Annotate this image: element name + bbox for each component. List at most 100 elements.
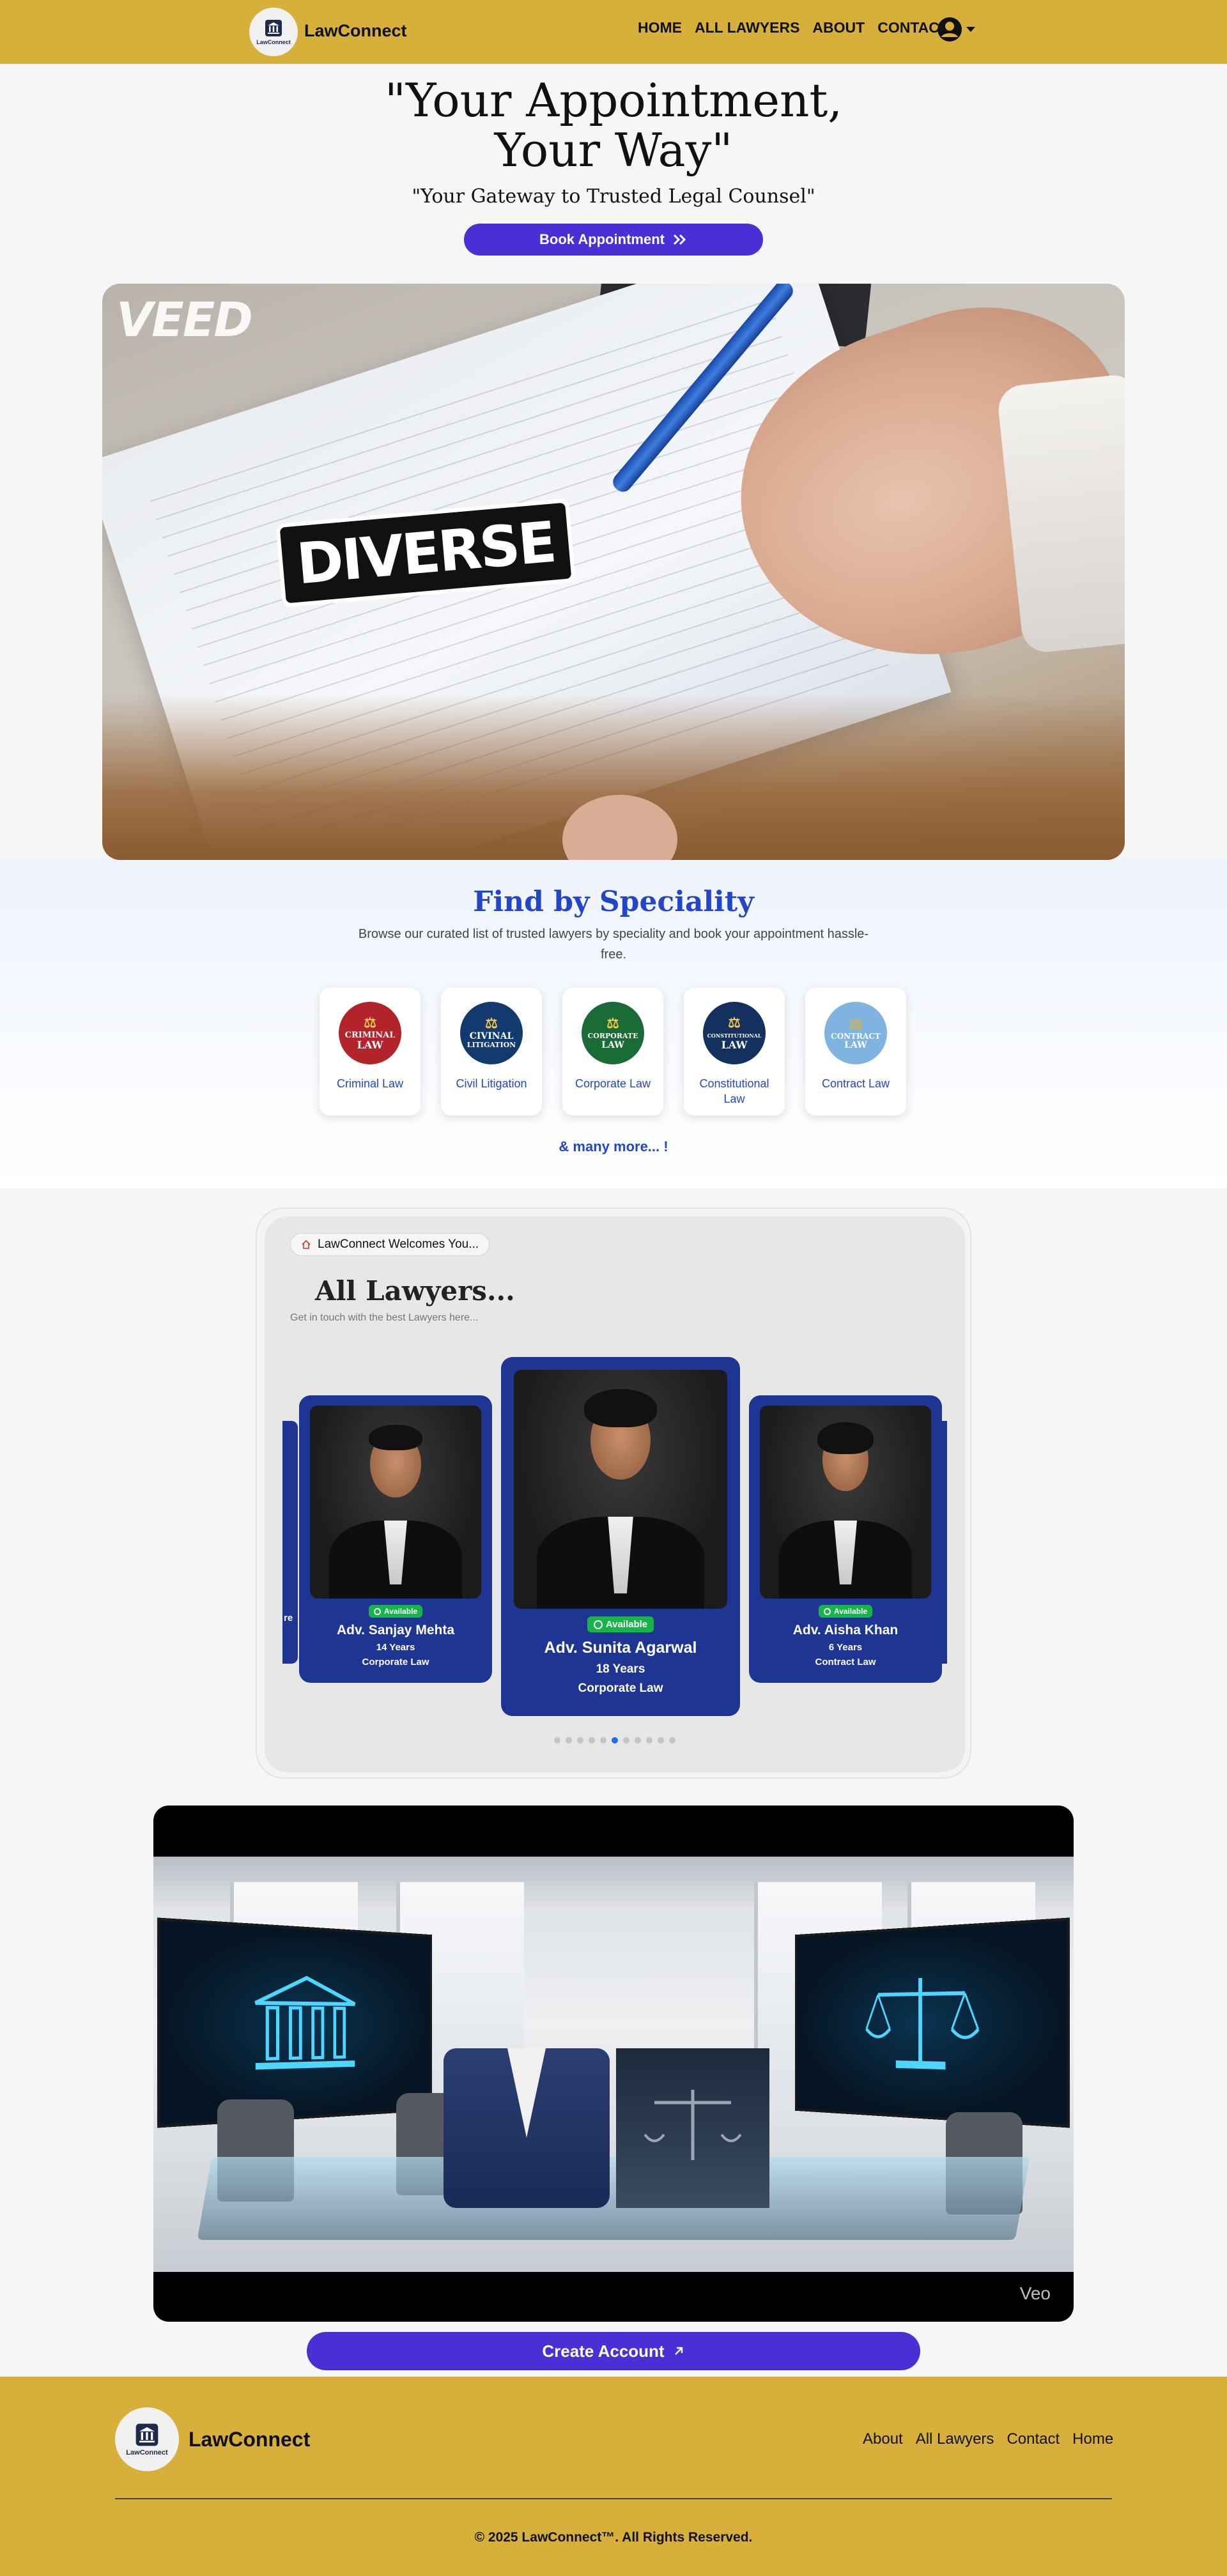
copyright: © 2025 LawConnect™. All Rights Reserved. xyxy=(0,2530,1227,2545)
carousel-dot[interactable] xyxy=(554,1737,560,1744)
contract-law-badge: ▤ CONTRACT LAW xyxy=(824,1002,887,1064)
scales-icon: ⚖ xyxy=(606,1016,619,1031)
lawyer-photo xyxy=(514,1370,727,1609)
footer-link-all-lawyers[interactable]: All Lawyers xyxy=(916,2430,994,2448)
speciality-name: Contract Law xyxy=(814,1076,897,1091)
status-text: Available xyxy=(384,1607,417,1616)
user-menu[interactable] xyxy=(937,17,975,42)
lawyer-card[interactable]: Available Adv. Sanjay Mehta 14 Years Cor… xyxy=(299,1395,492,1683)
clock-icon xyxy=(374,1608,381,1615)
nav-links: HOME ALL LAWYERS ABOUT CONTACT xyxy=(638,19,948,36)
veo-watermark: Veo xyxy=(1020,2283,1051,2304)
logo-text: LawConnect xyxy=(256,39,291,45)
lawyer-experience: 6 Years xyxy=(829,1642,862,1653)
courthouse-icon xyxy=(242,1966,366,2079)
hero-subtitle: "Your Gateway to Trusted Legal Counsel" xyxy=(0,185,1227,208)
status-text: Available xyxy=(834,1607,867,1616)
badge-line2: LAW xyxy=(722,1040,748,1050)
carousel-dot[interactable] xyxy=(600,1737,606,1744)
constitutional-law-badge: ⚖ CONSTITUTIONAL LAW xyxy=(703,1002,766,1064)
carousel-dot[interactable] xyxy=(658,1737,664,1744)
lawyer-card[interactable]: Available Adv. Aisha Khan 6 Years Contra… xyxy=(749,1395,942,1683)
lawyer-woman-image xyxy=(444,2048,610,2208)
lawyers-section: LawConnect Welcomes You... All Lawyers..… xyxy=(256,1208,971,1779)
create-account-label: Create Account xyxy=(542,2342,664,2361)
footer-link-home[interactable]: Home xyxy=(1072,2430,1113,2448)
badge-line2: LAW xyxy=(357,1040,383,1050)
scales-icon: ⚖ xyxy=(364,1016,376,1030)
lawyer-speciality: Corporate Law xyxy=(578,1682,663,1696)
scales-icon xyxy=(861,1963,985,2083)
create-account-button[interactable]: Create Account xyxy=(307,2332,920,2370)
carousel-dot[interactable] xyxy=(612,1737,618,1744)
arrow-up-right-icon xyxy=(672,2345,685,2358)
lawyer-experience: 14 Years xyxy=(376,1642,415,1653)
corporate-law-badge: ⚖ CORPORATE LAW xyxy=(582,1002,644,1064)
carousel-pagination xyxy=(265,1737,965,1744)
chevron-down-icon xyxy=(966,27,975,32)
speciality-name: Criminal Law xyxy=(328,1076,412,1091)
clock-icon xyxy=(594,1620,603,1629)
welcome-text: LawConnect Welcomes You... xyxy=(318,1238,479,1252)
footer-logo[interactable]: LawConnect xyxy=(115,2407,179,2471)
lawyer-speciality: Corporate Law xyxy=(362,1657,429,1667)
badge-line2: LAW xyxy=(601,1041,624,1050)
status-text: Available xyxy=(606,1619,647,1630)
hero-title: "Your Appointment, Your Way" xyxy=(0,75,1227,175)
hero-title-line2: Your Way" xyxy=(495,123,733,177)
courthouse-icon xyxy=(134,2422,160,2448)
lawyer-card-edge-left[interactable]: re xyxy=(282,1421,298,1664)
speciality-card-civil-litigation[interactable]: ⚖ CIVINAL LITIGATION Civil Litigation xyxy=(441,988,542,1116)
speciality-card-corporate-law[interactable]: ⚖ CORPORATE LAW Corporate Law xyxy=(562,988,663,1116)
nav-link-all-lawyers[interactable]: ALL LAWYERS xyxy=(695,19,799,36)
lawyer-photo xyxy=(760,1406,931,1598)
carousel-dot[interactable] xyxy=(623,1737,629,1744)
book-appointment-button[interactable]: Book Appointment xyxy=(464,224,763,256)
status-badge: Available xyxy=(819,1605,872,1618)
lawyer-card-active[interactable]: Available Adv. Sunita Agarwal 18 Years C… xyxy=(501,1357,740,1716)
carousel-dot[interactable] xyxy=(669,1737,675,1744)
criminal-law-badge: ⚖ CRIMINAL LAW xyxy=(339,1002,401,1064)
badge-line1: CORPORATE xyxy=(588,1032,638,1041)
badge-line1: CIVINAL xyxy=(470,1032,514,1041)
home-icon xyxy=(301,1239,311,1250)
brand-name[interactable]: LawConnect xyxy=(304,21,407,41)
speciality-name: Corporate Law xyxy=(571,1076,654,1091)
scales-icon xyxy=(642,2083,744,2173)
many-more-link[interactable]: & many more... ! xyxy=(0,1138,1227,1155)
carousel-dot[interactable] xyxy=(577,1737,583,1744)
footer-brand: LawConnect xyxy=(189,2428,310,2451)
logo[interactable]: LawConnect xyxy=(249,8,298,56)
speciality-card-contract-law[interactable]: ▤ CONTRACT LAW Contract Law xyxy=(805,988,906,1116)
lawyers-subtitle: Get in touch with the best Lawyers here.… xyxy=(290,1312,478,1324)
nav-link-home[interactable]: HOME xyxy=(638,19,682,36)
screen-scales xyxy=(795,1917,1070,2128)
hero-video[interactable]: VEED DIVERSE xyxy=(102,284,1125,860)
speciality-card-criminal-law[interactable]: ⚖ CRIMINAL LAW Criminal Law xyxy=(320,988,421,1116)
carousel-dot[interactable] xyxy=(589,1737,595,1744)
speciality-card-constitutional-law[interactable]: ⚖ CONSTITUTIONAL LAW Constitutional Law xyxy=(684,988,785,1116)
speciality-title: Find by Speciality xyxy=(0,885,1227,918)
lawyers-carousel[interactable]: re Available Adv. Sanjay Mehta 14 Years … xyxy=(282,1357,947,1728)
carousel-dot[interactable] xyxy=(635,1737,641,1744)
speciality-section: Find by Speciality Browse our curated li… xyxy=(0,860,1227,1188)
lawyers-title: All Lawyers... xyxy=(315,1275,515,1307)
promo-video[interactable]: Veo xyxy=(153,1805,1074,2322)
glass-table xyxy=(197,2157,1030,2240)
scales-icon: ⚖ xyxy=(728,1016,741,1030)
lawyer-experience: 18 Years xyxy=(596,1662,645,1676)
footer: LawConnect LawConnect About All Lawyers … xyxy=(0,2377,1227,2576)
footer-link-about[interactable]: About xyxy=(863,2430,903,2448)
courthouse-icon xyxy=(264,19,283,38)
office-scene xyxy=(153,1857,1074,2272)
screen-courthouse xyxy=(157,1917,432,2128)
edge-card-text: re xyxy=(284,1613,293,1623)
hero-title-line1: "Your Appointment, xyxy=(385,73,842,127)
lawyer-name: Adv. Sunita Agarwal xyxy=(544,1639,697,1657)
nav-link-about[interactable]: ABOUT xyxy=(812,19,865,36)
footer-link-contact[interactable]: Contact xyxy=(1007,2430,1060,2448)
lawyer-name: Adv. Aisha Khan xyxy=(793,1623,899,1638)
carousel-dot[interactable] xyxy=(566,1737,572,1744)
carousel-dot[interactable] xyxy=(646,1737,652,1744)
footer-links: About All Lawyers Contact Home xyxy=(863,2430,1113,2448)
